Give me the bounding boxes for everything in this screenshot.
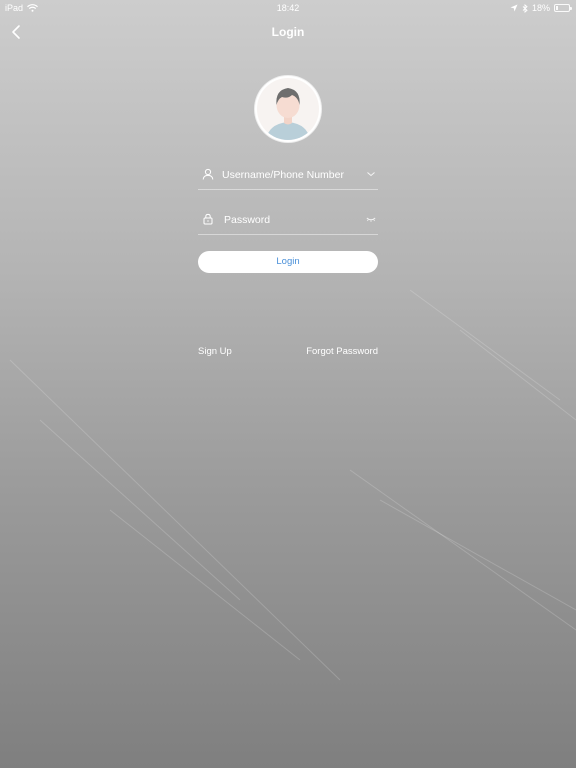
username-input[interactable] bbox=[222, 164, 358, 186]
battery-icon bbox=[554, 4, 572, 12]
bluetooth-icon bbox=[522, 3, 528, 13]
chevron-down-icon[interactable] bbox=[366, 170, 376, 178]
page-title: Login bbox=[271, 25, 305, 39]
status-bar: iPad 18:42 18% bbox=[0, 0, 576, 16]
status-right: 18% bbox=[510, 3, 572, 13]
default-user-avatar-icon bbox=[257, 78, 319, 140]
password-field bbox=[198, 205, 378, 235]
eye-closed-icon[interactable] bbox=[366, 215, 376, 223]
battery-percent: 18% bbox=[531, 3, 550, 13]
username-field bbox=[198, 160, 378, 190]
navigation-bar: Login bbox=[0, 18, 576, 46]
lock-icon bbox=[203, 213, 213, 225]
location-arrow-icon bbox=[510, 4, 518, 12]
avatar[interactable] bbox=[255, 76, 321, 142]
sign-up-link[interactable]: Sign Up bbox=[198, 346, 232, 357]
password-input[interactable] bbox=[224, 209, 360, 231]
user-icon bbox=[202, 168, 214, 180]
login-button[interactable]: Login bbox=[198, 251, 378, 273]
battery-level-fill bbox=[556, 6, 558, 10]
forgot-password-link[interactable]: Forgot Password bbox=[306, 346, 378, 357]
status-time: 18:42 bbox=[276, 3, 300, 13]
